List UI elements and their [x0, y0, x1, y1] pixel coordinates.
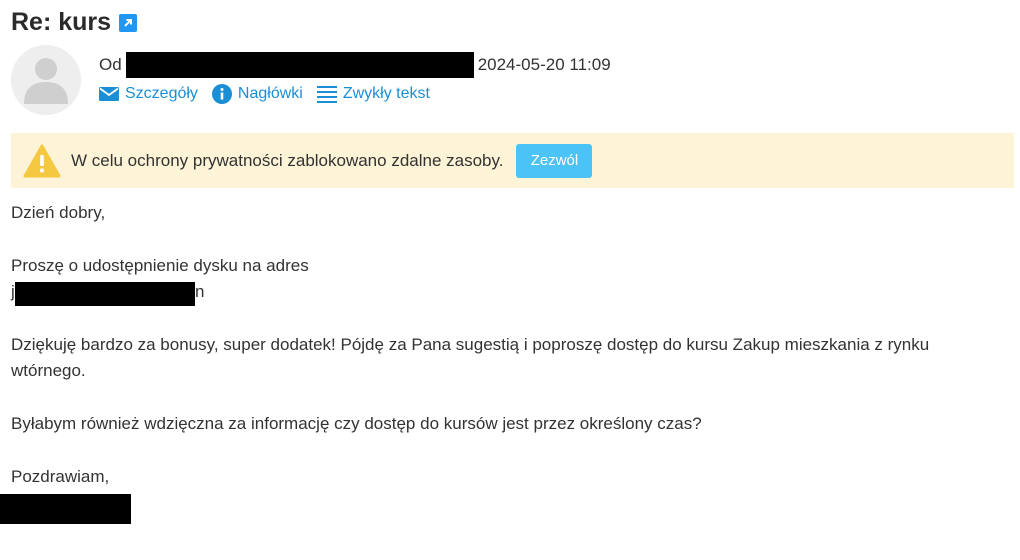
redacted-signature — [0, 494, 131, 524]
warning-icon — [23, 144, 61, 177]
list-icon — [316, 86, 337, 103]
details-button[interactable]: Szczegóły — [99, 85, 198, 103]
headers-button[interactable]: Nagłówki — [211, 84, 303, 104]
allow-remote-content-button[interactable]: Zezwól — [516, 143, 593, 178]
plain-text-label: Zwykły tekst — [342, 85, 430, 102]
email-subject: Re: kurs — [11, 8, 112, 36]
user-silhouette-icon — [24, 58, 68, 104]
subject-row: Re: kurs — [11, 4, 138, 40]
notice-text: W celu ochrony prywatności zablokowano z… — [71, 150, 504, 170]
avatar — [11, 45, 81, 115]
redacted-address — [15, 282, 195, 306]
headers-label: Nagłówki — [237, 85, 303, 102]
address-line: j n — [11, 279, 1001, 306]
address-end: n — [195, 282, 205, 301]
message-actions: Szczegóły Nagłówki Zwykły tekst — [99, 84, 430, 104]
plain-text-button[interactable]: Zwykły tekst — [316, 85, 430, 103]
thanks-paragraph: Dziękuję bardzo za bonusy, super dodatek… — [11, 335, 930, 380]
closing: Pozdrawiam, — [11, 467, 110, 486]
greeting: Dzień dobry, — [11, 203, 106, 222]
open-in-new-window-icon[interactable] — [119, 14, 138, 32]
email-view: Re: kurs Od 2024-05-20 11:09 Szczegóły N… — [0, 0, 1020, 560]
request-line: Proszę o udostępnienie dysku na adres — [11, 256, 309, 275]
remote-content-notice: W celu ochrony prywatności zablokowano z… — [11, 133, 1014, 188]
message-body: Dzień dobry, Proszę o udostępnienie dysk… — [11, 200, 1001, 490]
question-paragraph: Byłabym również wdzięczna za informację … — [11, 414, 702, 433]
envelope-icon — [99, 87, 119, 101]
redacted-sender — [125, 52, 474, 78]
sender-row: Od 2024-05-20 11:09 — [99, 52, 611, 78]
message-date: 2024-05-20 11:09 — [477, 55, 611, 74]
info-icon — [211, 84, 232, 104]
details-label: Szczegóły — [125, 85, 198, 102]
from-label: Od — [99, 55, 122, 74]
